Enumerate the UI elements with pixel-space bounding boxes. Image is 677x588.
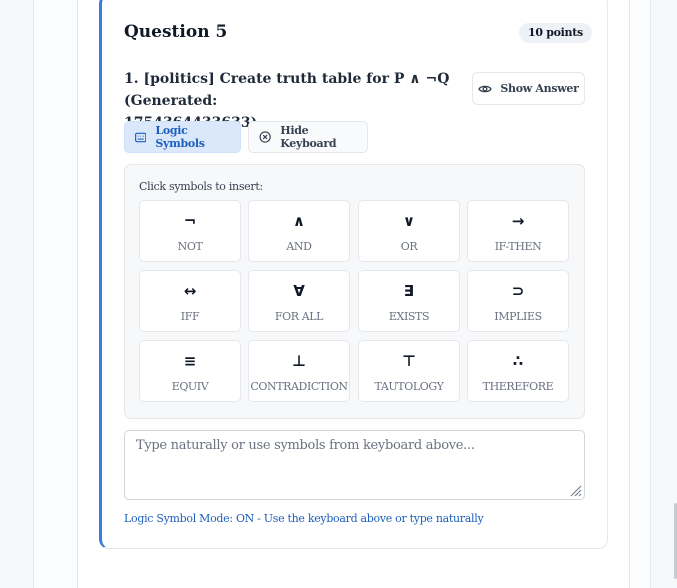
points-badge: 10 points xyxy=(519,23,592,43)
symbol-keyboard: Click symbols to insert: ¬ NOT ∧ AND ∨ O… xyxy=(124,164,585,419)
symbol-label: NOT xyxy=(177,240,203,253)
symbol-key-contradiction[interactable]: ⊥ CONTRADICTION xyxy=(248,340,350,402)
eye-icon xyxy=(478,85,493,92)
hide-keyboard-label: Hide Keyboard xyxy=(280,124,337,150)
symbol-key-not[interactable]: ¬ NOT xyxy=(139,200,241,262)
symbol-glyph: ∨ xyxy=(402,212,416,230)
symbol-label: OR xyxy=(400,240,418,253)
symbol-key-for-all[interactable]: ∀ FOR ALL xyxy=(248,270,350,332)
question-prompt-line1: 1. [politics] Create truth table for P ∧… xyxy=(124,71,450,109)
symbol-label: IMPLIES xyxy=(494,310,542,323)
logic-mode-status: Logic Symbol Mode: ON - Use the keyboard… xyxy=(124,512,484,525)
symbol-label: AND xyxy=(286,240,312,253)
symbol-key-or[interactable]: ∨ OR xyxy=(358,200,460,262)
symbol-key-equiv[interactable]: ≡ EQUIV xyxy=(139,340,241,402)
show-answer-label: Show Answer xyxy=(500,82,579,95)
resize-handle-icon[interactable] xyxy=(568,483,582,497)
symbol-label: IF-THEN xyxy=(494,240,542,253)
symbol-key-tautology[interactable]: ⊤ TAUTOLOGY xyxy=(358,340,460,402)
symbol-label: FOR ALL xyxy=(274,310,324,323)
symbol-glyph: ⊥ xyxy=(292,352,306,370)
symbol-glyph: ¬ xyxy=(183,212,197,230)
answer-textarea[interactable] xyxy=(124,430,585,500)
symbol-label: EXISTS xyxy=(388,310,430,323)
logic-symbols-label: Logic Symbols xyxy=(155,124,205,150)
symbol-label: THEREFORE xyxy=(482,380,554,393)
question-title: Question 5 xyxy=(124,22,228,42)
symbol-glyph: ∧ xyxy=(292,212,306,230)
close-circle-icon xyxy=(259,131,271,143)
symbol-glyph: ∴ xyxy=(512,352,524,370)
symbol-key-therefore[interactable]: ∴ THEREFORE xyxy=(467,340,569,402)
keyboard-title: Click symbols to insert: xyxy=(139,180,263,193)
symbol-glyph: → xyxy=(511,212,525,230)
symbol-label: IFF xyxy=(180,310,200,323)
show-answer-button[interactable]: Show Answer xyxy=(472,72,585,105)
symbol-glyph: ∀ xyxy=(293,282,305,300)
symbol-key-implies[interactable]: ⊃ IMPLIES xyxy=(467,270,569,332)
scrollbar-track[interactable] xyxy=(672,0,677,579)
logic-symbols-button[interactable]: Logic Symbols xyxy=(124,121,241,153)
symbol-glyph: ≡ xyxy=(183,352,197,370)
keyboard-icon xyxy=(135,132,147,142)
symbol-glyph: ∃ xyxy=(403,282,415,300)
symbol-label: EQUIV xyxy=(171,380,209,393)
symbol-glyph: ⊃ xyxy=(511,282,525,300)
symbol-glyph: ↔ xyxy=(183,282,197,300)
symbol-key-exists[interactable]: ∃ EXISTS xyxy=(358,270,460,332)
symbol-glyph: ⊤ xyxy=(402,352,416,370)
symbol-key-iff[interactable]: ↔ IFF xyxy=(139,270,241,332)
symbol-label: TAUTOLOGY xyxy=(374,380,444,393)
hide-keyboard-button[interactable]: Hide Keyboard xyxy=(248,121,368,153)
symbol-label: CONTRADICTION xyxy=(250,380,348,393)
symbol-key-and[interactable]: ∧ AND xyxy=(248,200,350,262)
symbol-key-if-then[interactable]: → IF-THEN xyxy=(467,200,569,262)
